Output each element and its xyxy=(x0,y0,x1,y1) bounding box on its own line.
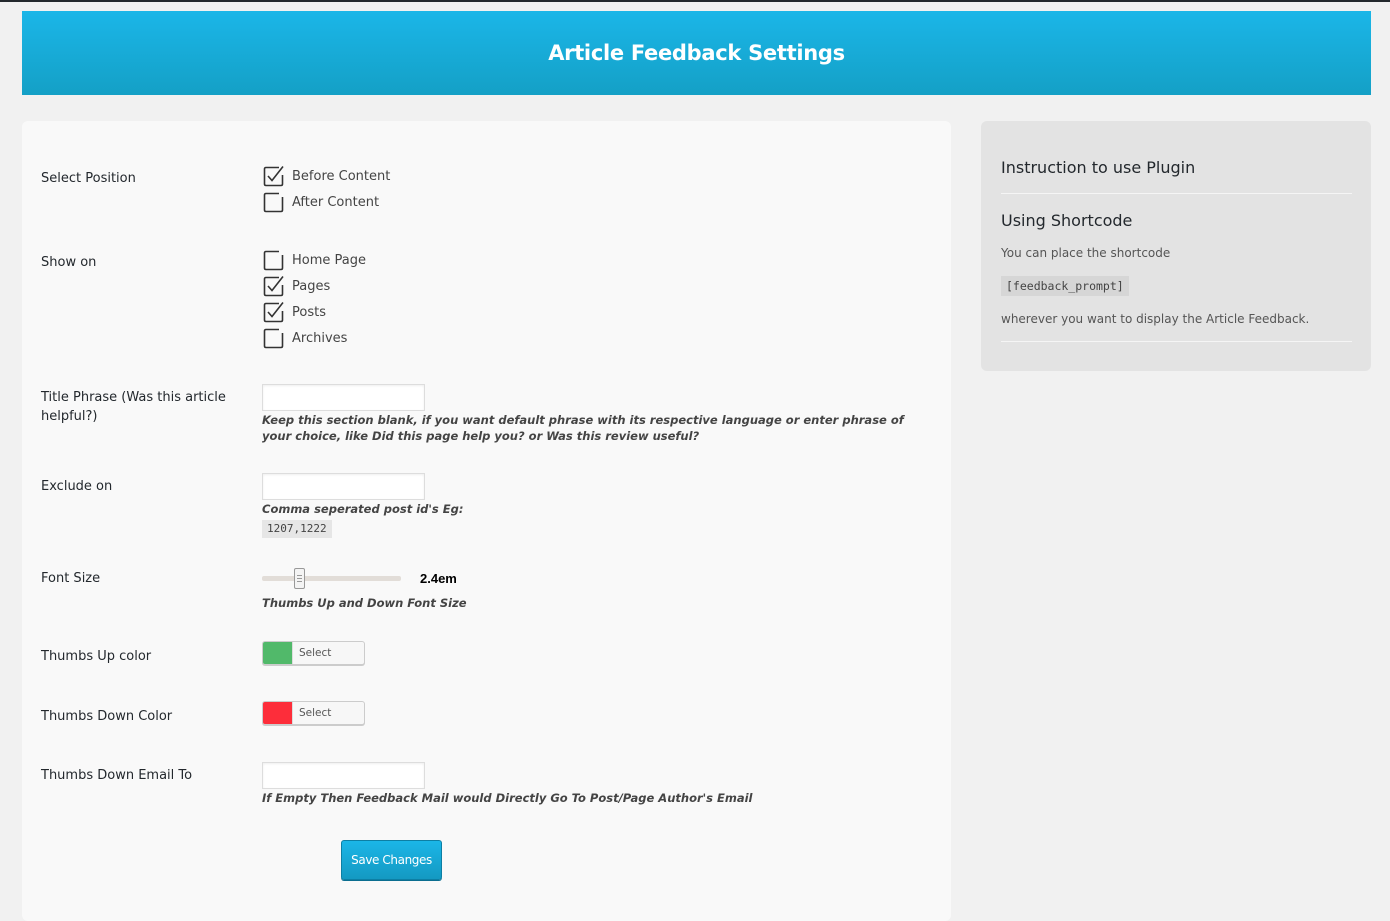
checkbox-checked-icon[interactable] xyxy=(262,274,286,298)
checkbox-label: Archives xyxy=(292,330,348,346)
settings-form-panel: Select Position Before Content After Con… xyxy=(22,121,951,921)
exclude-on-example-code: 1207,1222 xyxy=(262,520,332,538)
font-size-slider-handle[interactable] xyxy=(293,567,305,589)
title-phrase-input[interactable] xyxy=(262,384,425,411)
page-header: Article Feedback Settings xyxy=(22,11,1371,95)
thumbs-up-color-swatch xyxy=(263,642,292,664)
checkbox-checked-icon[interactable] xyxy=(262,164,286,188)
checkbox-unchecked-icon[interactable] xyxy=(262,190,286,214)
show-on-label: Show on xyxy=(41,255,97,270)
checkbox-label: Posts xyxy=(292,304,326,320)
checkbox-archives[interactable]: Archives xyxy=(262,325,366,351)
show-on-options: Home Page Pages Posts Archives xyxy=(262,247,366,351)
exclude-on-field: Comma seperated post id's Eg: 1207,1222 xyxy=(262,473,922,538)
title-phrase-field: Keep this section blank, if you want def… xyxy=(262,384,922,444)
checkbox-posts[interactable]: Posts xyxy=(262,299,366,325)
checkbox-unchecked-icon[interactable] xyxy=(262,248,286,272)
instructions-title: Instruction to use Plugin xyxy=(1001,121,1352,194)
thumbs-up-color-picker-button[interactable]: Select Color xyxy=(262,641,365,665)
save-changes-button[interactable]: Save Changes xyxy=(341,840,442,880)
shortcode-intro-text: You can place the shortcode xyxy=(1001,246,1171,260)
font-size-field: 2.4em Thumbs Up and Down Font Size xyxy=(262,567,922,611)
select-color-label: Select Color xyxy=(291,702,364,724)
font-size-slider-wrap: 2.4em xyxy=(262,567,922,589)
font-size-slider-track[interactable] xyxy=(262,567,401,589)
instructions-panel: Instruction to use Plugin Using Shortcod… xyxy=(981,121,1371,371)
thumbs-down-color-picker-button[interactable]: Select Color xyxy=(262,701,365,725)
select-position-options: Before Content After Content xyxy=(262,163,390,215)
divider xyxy=(1001,341,1352,342)
thumbs-down-email-description: If Empty Then Feedback Mail would Direct… xyxy=(262,791,753,805)
exclude-on-label: Exclude on xyxy=(41,479,113,494)
thumbs-down-color-swatch xyxy=(263,702,292,724)
font-size-label: Font Size xyxy=(41,571,101,586)
checkbox-before-content[interactable]: Before Content xyxy=(262,163,390,189)
checkbox-label: Home Page xyxy=(292,252,366,268)
shortcode-outro-text: wherever you want to display the Article… xyxy=(1001,312,1310,326)
thumbs-down-color-field: Select Color xyxy=(262,701,365,725)
checkbox-home-page[interactable]: Home Page xyxy=(262,247,366,273)
top-admin-bar xyxy=(0,0,1390,2)
shortcode-code: [feedback_prompt] xyxy=(1001,276,1129,296)
title-phrase-description: Keep this section blank, if you want def… xyxy=(262,413,904,443)
checkbox-unchecked-icon[interactable] xyxy=(262,326,286,350)
shortcode-wrap: [feedback_prompt] xyxy=(1001,275,1352,296)
checkbox-label: Pages xyxy=(292,278,331,294)
checkbox-after-content[interactable]: After Content xyxy=(262,189,390,215)
select-position-label: Select Position xyxy=(41,171,136,186)
font-size-value: 2.4em xyxy=(420,570,457,586)
thumbs-up-color-field: Select Color xyxy=(262,641,365,665)
thumbs-down-color-label: Thumbs Down Color xyxy=(41,709,173,724)
font-size-description: Thumbs Up and Down Font Size xyxy=(262,596,467,610)
thumbs-down-email-field: If Empty Then Feedback Mail would Direct… xyxy=(262,762,922,806)
thumbs-down-email-input[interactable] xyxy=(262,762,425,789)
checkbox-pages[interactable]: Pages xyxy=(262,273,366,299)
thumbs-down-email-label: Thumbs Down Email To xyxy=(41,768,193,783)
exclude-on-input[interactable] xyxy=(262,473,425,500)
checkbox-label: Before Content xyxy=(292,168,391,184)
title-phrase-label: Title Phrase (Was this article helpful?) xyxy=(41,390,226,424)
exclude-on-description: Comma seperated post id's Eg: xyxy=(262,502,464,516)
checkbox-label: After Content xyxy=(292,194,380,210)
using-shortcode-heading: Using Shortcode xyxy=(1001,211,1133,230)
checkbox-checked-icon[interactable] xyxy=(262,300,286,324)
select-color-label: Select Color xyxy=(291,642,364,664)
thumbs-up-color-label: Thumbs Up color xyxy=(41,649,152,664)
page-title: Article Feedback Settings xyxy=(548,41,845,65)
